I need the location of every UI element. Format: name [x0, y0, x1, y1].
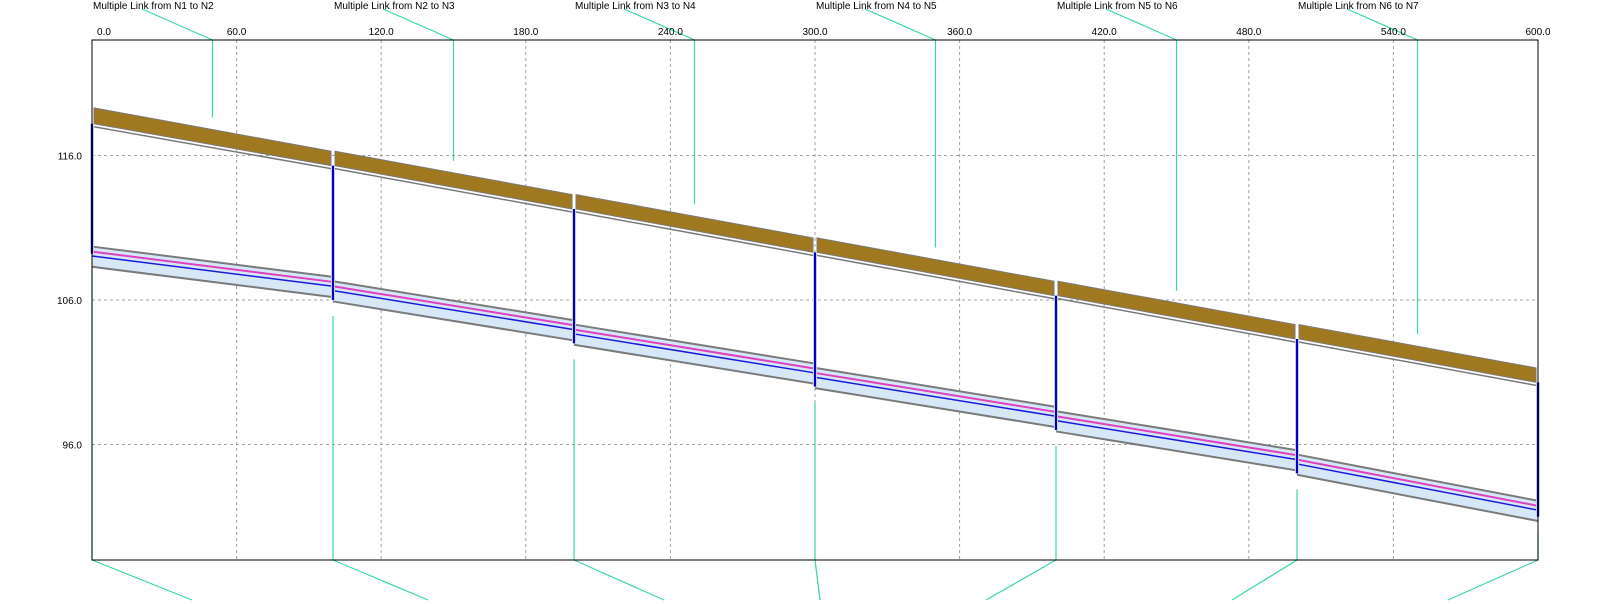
x-tick-label: 360.0	[947, 27, 972, 38]
link-label: Multiple Link from N6 to N7	[1298, 1, 1419, 12]
x-tick-label: 60.0	[227, 27, 247, 38]
node-leader-line	[1447, 559, 1539, 601]
link-label: Multiple Link from N3 to N4	[575, 1, 696, 12]
hydraulic-grade-line	[1055, 419, 1298, 461]
x-tick-label: 120.0	[369, 27, 394, 38]
link-leader-line	[141, 8, 213, 41]
link-label: Multiple Link from N5 to N6	[1057, 1, 1178, 12]
node-leader-line	[985, 559, 1057, 601]
hydraulic-grade-line	[332, 289, 575, 331]
y-tick-label: 106.0	[57, 296, 82, 307]
hydraulic-grade-line	[1296, 463, 1539, 511]
node-leader-line	[814, 559, 821, 601]
link-label: Multiple Link from N1 to N2	[93, 1, 214, 12]
y-axis-ticks: 116.0 106.0 96.0	[57, 152, 82, 452]
x-tick-label: 600.0	[1525, 27, 1550, 38]
link-leader-line	[864, 8, 936, 41]
y-tick-label: 96.0	[63, 440, 83, 451]
x-tick-label: 540.0	[1381, 27, 1406, 38]
x-tick-label: 180.0	[513, 27, 538, 38]
y-tick-label: 116.0	[58, 152, 83, 163]
link-label: Multiple Link from N2 to N3	[334, 1, 455, 12]
profile-chart: 0.0 60.0 120.0 180.0 240.0 300.0 360.0 420.0 480…	[57, 1, 1551, 601]
node-leader-line	[332, 559, 429, 601]
x-axis-ticks: 0.0 60.0 120.0 180.0 240.0 300.0 360.0 420.0 480…	[97, 27, 1551, 38]
link-label: Multiple Link from N4 to N5	[816, 1, 937, 12]
node-leader-line	[91, 559, 193, 601]
node-leader-line	[1231, 559, 1298, 601]
hydraulic-grade-line	[814, 376, 1057, 418]
link-labels: Multiple Link from N1 to N2 Multiple Link…	[93, 1, 1419, 12]
hydraulic-grade-line	[573, 333, 816, 374]
node-leader-line	[573, 559, 665, 601]
x-tick-label: 480.0	[1236, 27, 1261, 38]
x-tick-label: 300.0	[802, 27, 827, 38]
x-tick-label: 420.0	[1092, 27, 1117, 38]
x-tick-label: 240.0	[658, 27, 683, 38]
x-tick-label: 0.0	[97, 27, 111, 38]
